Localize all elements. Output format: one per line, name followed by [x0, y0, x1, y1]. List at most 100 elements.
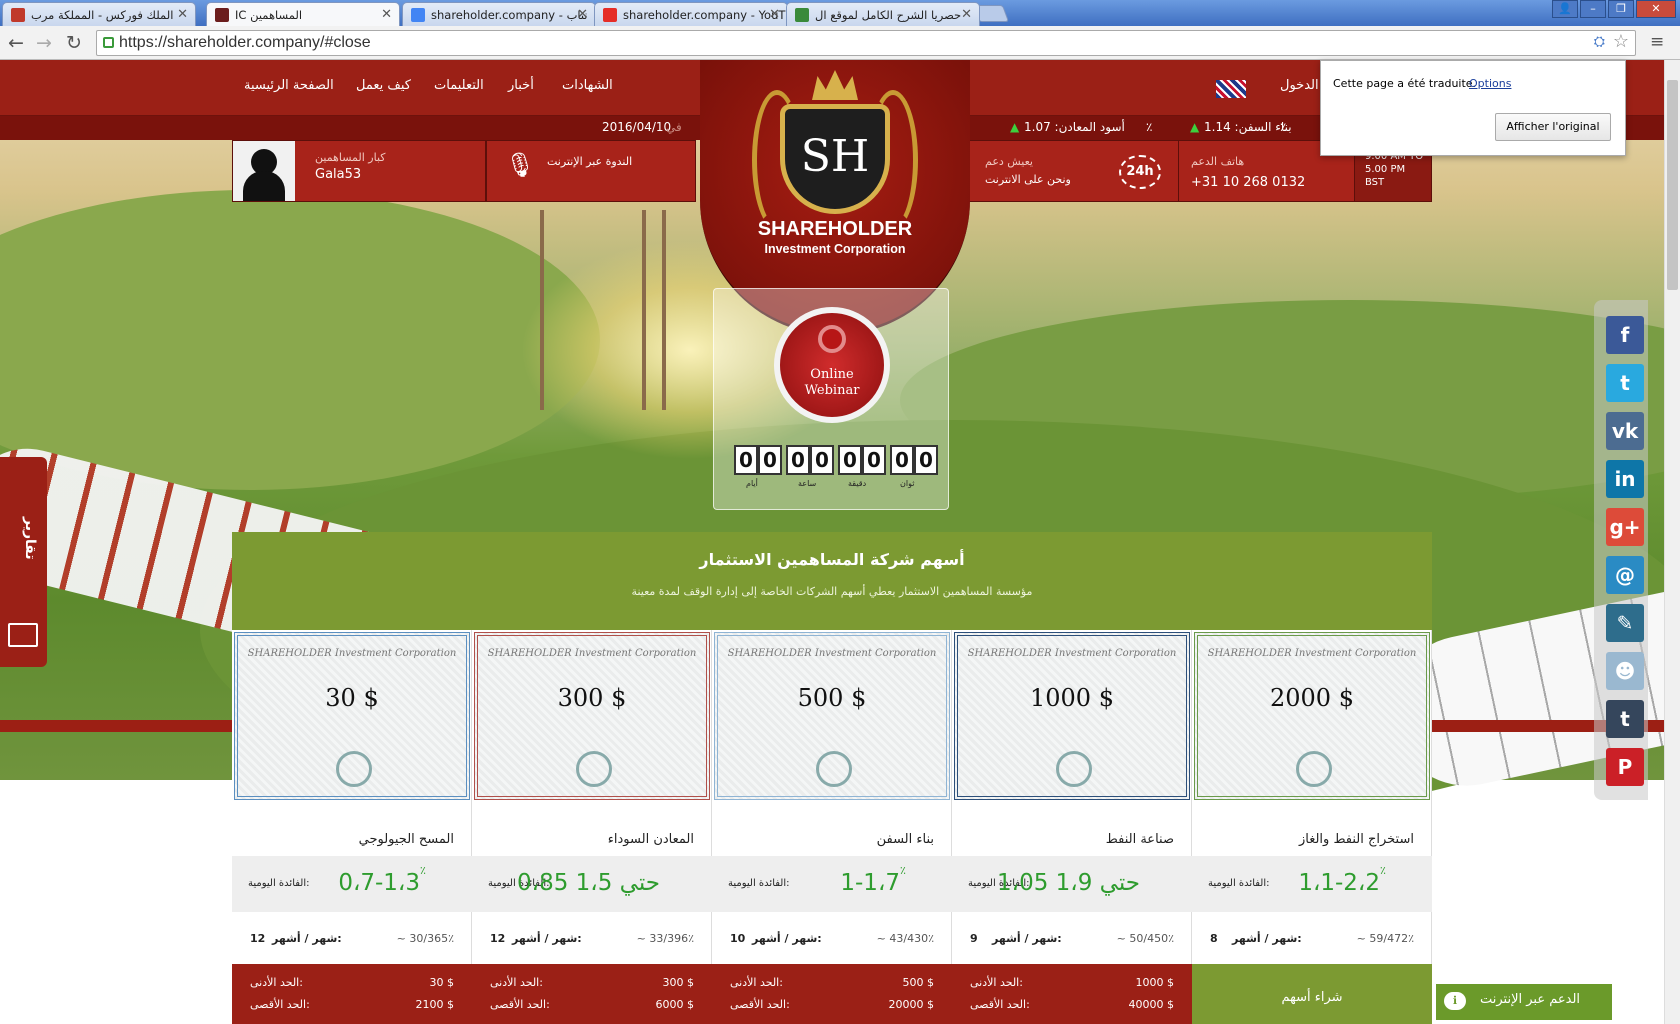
buy-shares-button[interactable]: شراء أسهم [1192, 964, 1432, 1024]
reddit-icon[interactable]: ☻ [1606, 652, 1644, 690]
min-value: 300 $ [662, 976, 695, 989]
linkedin-icon[interactable]: in [1606, 460, 1644, 498]
shares-title: أسهم شركة المساهمين الاستثمار [699, 550, 965, 569]
daily-interest-value: 0،7-1،3 [338, 870, 420, 896]
uk-flag-icon[interactable] [1216, 80, 1246, 98]
total-return: ~ 43/430٪ [876, 932, 934, 945]
webinar-link-box[interactable]: 🎙 الندوة عبر الإنترنت [486, 140, 696, 202]
facebook-icon[interactable]: f [1606, 316, 1644, 354]
page-scrollbar[interactable] [1664, 60, 1680, 1024]
nav-certificates[interactable]: الشهادات [562, 78, 613, 93]
nav-news[interactable]: أخبار [508, 78, 534, 93]
browser-tab[interactable]: shareholder.company - نتاب ✕ [402, 2, 596, 26]
countdown-digit: 0 [838, 445, 862, 475]
live-support-box[interactable]: يعيش دعم ونحن على الانترنت 24h [954, 140, 1180, 202]
months-value: 8 [1210, 932, 1218, 945]
user-icon[interactable]: 👤 [1552, 0, 1578, 18]
tab-title: الملك فوركس - المملكة مرب [31, 8, 174, 22]
up-arrow-icon: ▲ [1190, 120, 1200, 134]
share-certificate-image[interactable]: SHAREHOLDER Investment Corporation 2000 … [1194, 632, 1430, 800]
tab-title: shareholder.company - YouT [623, 8, 786, 22]
shield-logo-icon: SH [780, 104, 890, 214]
blog-icon[interactable]: ✎ [1606, 604, 1644, 642]
share-certificate-image[interactable]: SHAREHOLDER Investment Corporation 1000 … [954, 632, 1190, 800]
months-value: 12 [490, 932, 506, 945]
logo-subtitle: Investment Corporation [764, 242, 906, 256]
share-certificate-image[interactable]: SHAREHOLDER Investment Corporation 500 $ [714, 632, 950, 800]
back-icon[interactable]: ← [8, 32, 24, 54]
restore-button[interactable]: ❐ [1608, 0, 1634, 18]
avatar [233, 141, 295, 201]
daily-interest-value: 0،85 حتي 1،5 [517, 870, 660, 896]
online-webinar-button[interactable]: Online Webinar [774, 307, 890, 423]
countdown-digit: 0 [734, 445, 758, 475]
min-max-row: الحد الأدنى: 300 $ الحد الأقصى: 6000 $ [472, 964, 712, 1024]
googleplus-icon[interactable]: g+ [1606, 508, 1644, 546]
email-icon[interactable]: @ [1606, 556, 1644, 594]
bookmark-star-icon[interactable]: ☆ [1613, 31, 1629, 52]
shares-section: أسهم شركة المساهمين الاستثمار مؤسسة المس… [232, 532, 1432, 1024]
daily-interest-value: 1،05 حتي 1،9 [997, 870, 1140, 896]
browser-tab-strip: 👤 – ❐ ✕ الملك فوركس - المملكة مرب ✕ IC الم… [0, 0, 1680, 27]
login-link[interactable]: الدخول [1280, 78, 1319, 93]
countdown-digit: 0 [862, 445, 886, 475]
share-certificate-image[interactable]: SHAREHOLDER Investment Corporation 300 $ [474, 632, 710, 800]
browser-tab[interactable]: حصريا الشرح الكامل لموقع ال ✕ [786, 2, 980, 26]
countdown-label: أيام [746, 479, 758, 488]
close-tab-icon[interactable]: ✕ [177, 7, 188, 22]
tab-title: IC المساهمين [235, 8, 303, 22]
nav-faq[interactable]: التعليمات [434, 78, 484, 93]
nav-how-it-works[interactable]: كيف يعمل [356, 78, 411, 93]
nav-home[interactable]: الصفحة الرئيسية [244, 78, 334, 93]
ticker-date: 2016/04/10 [602, 120, 672, 134]
minimize-button[interactable]: – [1580, 0, 1606, 18]
share-card: SHAREHOLDER Investment Corporation 2000 … [1192, 630, 1432, 1024]
close-tab-icon[interactable]: ✕ [381, 7, 392, 22]
close-tab-icon[interactable]: ✕ [577, 7, 588, 22]
menu-icon[interactable]: ≡ [1650, 32, 1664, 52]
address-bar[interactable]: https://shareholder.company/#close ⛭ ☆ [96, 30, 1636, 56]
top-shareholder-box[interactable]: كبار المساهمين Gala53 [232, 140, 486, 202]
ticker-item-metals: أسود المعادن: 1.07 [1024, 120, 1125, 134]
min-max-row: الحد الأدنى: 30 $ الحد الأقصى: 2100 $ [232, 964, 472, 1024]
favicon-icon [215, 8, 229, 22]
scrollbar-thumb[interactable] [1667, 80, 1678, 290]
countdown-digit: 0 [914, 445, 938, 475]
share-card: SHAREHOLDER Investment Corporation 300 $… [472, 630, 712, 1024]
show-original-button[interactable]: Afficher l'original [1495, 113, 1611, 141]
share-name: استخراج النفط والغاز [1298, 832, 1414, 847]
countdown-digit: 0 [786, 445, 810, 475]
reload-icon[interactable]: ↻ [66, 32, 82, 54]
daily-interest-value: 1-1،7 [840, 870, 900, 896]
live-chat-button[interactable]: ℹ الدعم عبر الإنترنت [1436, 984, 1612, 1020]
translate-options-link[interactable]: Options [1469, 77, 1511, 90]
close-window-button[interactable]: ✕ [1636, 0, 1676, 18]
countdown-label: دقيقة [848, 479, 867, 488]
browser-tab[interactable]: shareholder.company - YouT ✕ [594, 2, 788, 26]
tumblr-icon[interactable]: t [1606, 700, 1644, 738]
close-tab-icon[interactable]: ✕ [961, 7, 972, 22]
favicon-icon [411, 8, 425, 22]
translate-icon[interactable]: ⛭ [1594, 33, 1605, 50]
vk-icon[interactable]: vk [1606, 412, 1644, 450]
share-card: SHAREHOLDER Investment Corporation 30 $ … [232, 630, 472, 1024]
pinterest-icon[interactable]: P [1606, 748, 1644, 786]
certificate-amount: 1000 $ [1030, 684, 1114, 712]
twitter-icon[interactable]: t [1606, 364, 1644, 402]
report-icon [8, 623, 38, 647]
total-return: ~ 50/450٪ [1116, 932, 1174, 945]
browser-tab[interactable]: الملك فوركس - المملكة مرب ✕ [2, 2, 196, 26]
shares-subtitle: مؤسسة المساهمين الاستثمار يعطي أسهم الشر… [631, 585, 1033, 598]
reports-side-tab[interactable]: تقارير [0, 457, 47, 667]
browser-tab[interactable]: IC المساهمين ✕ [206, 2, 400, 27]
close-tab-icon[interactable]: ✕ [769, 7, 780, 22]
min-max-row: الحد الأدنى: 1000 $ الحد الأقصى: 40000 $ [952, 964, 1192, 1024]
share-name: صناعة النفط [1105, 832, 1174, 847]
forward-icon[interactable]: → [36, 32, 52, 54]
share-certificate-image[interactable]: SHAREHOLDER Investment Corporation 30 $ [234, 632, 470, 800]
seal-icon [816, 751, 852, 787]
logo-title: SHAREHOLDER [757, 218, 913, 240]
months-value: 9 [970, 932, 978, 945]
daily-interest-row: الفائدة اليومية: 1-1،7 ٪ [712, 856, 952, 912]
countdown-digit: 0 [890, 445, 914, 475]
